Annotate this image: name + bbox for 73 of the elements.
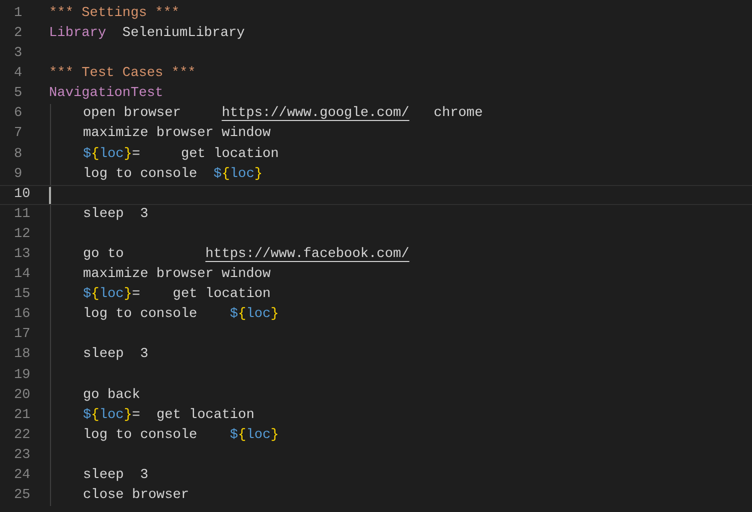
code-text: = get location bbox=[132, 286, 271, 304]
brace: { bbox=[238, 306, 246, 324]
variable-sigil: $ bbox=[230, 306, 238, 324]
code-text: log to console bbox=[83, 166, 198, 184]
brace: } bbox=[124, 146, 132, 164]
code-text: = get location bbox=[132, 406, 254, 425]
variable-sigil: $ bbox=[83, 286, 92, 304]
brace: } bbox=[124, 406, 132, 425]
line-number: 17 bbox=[13, 326, 32, 344]
line-number: 22 bbox=[13, 426, 32, 445]
code-text: open browser bbox=[83, 105, 182, 124]
line-number: 3 bbox=[13, 45, 24, 64]
brace: { bbox=[91, 146, 100, 164]
line-number: 16 bbox=[13, 306, 32, 324]
brace: } bbox=[124, 286, 132, 304]
variable-name: loc bbox=[246, 306, 271, 324]
line-number: 21 bbox=[13, 406, 32, 425]
code-text: go to bbox=[83, 246, 125, 264]
brace: } bbox=[254, 166, 263, 184]
section-heading: *** Test Cases *** bbox=[49, 65, 196, 84]
url-link[interactable]: https://www.facebook.com/ bbox=[205, 244, 410, 266]
line-number: 1 bbox=[13, 4, 24, 23]
code-text: sleep 3 bbox=[83, 467, 148, 486]
code-text: SeleniumLibrary bbox=[121, 24, 245, 43]
brace: } bbox=[270, 426, 279, 445]
variable-name: loc bbox=[246, 426, 271, 445]
line-number: 13 bbox=[13, 246, 32, 264]
line-number: 11 bbox=[13, 206, 32, 224]
line-number: 25 bbox=[13, 487, 32, 506]
line-number: 2 bbox=[13, 24, 24, 43]
brace: { bbox=[238, 426, 246, 445]
text-cursor bbox=[49, 186, 51, 204]
code-text: sleep 3 bbox=[83, 346, 148, 364]
code-text: log to console bbox=[83, 426, 198, 445]
url-link[interactable]: https://www.google.com/ bbox=[222, 104, 410, 125]
code-text: chrome bbox=[432, 105, 483, 124]
brace: } bbox=[270, 306, 279, 324]
line-number: 7 bbox=[13, 125, 24, 144]
line-number: 18 bbox=[13, 346, 32, 364]
line-number: 10 bbox=[13, 186, 32, 204]
code-text: maximize browser window bbox=[83, 125, 271, 144]
code-text: log to console bbox=[83, 306, 198, 324]
variable-sigil: $ bbox=[83, 146, 92, 164]
brace: { bbox=[91, 406, 100, 425]
line-number: 9 bbox=[13, 166, 24, 184]
variable-name: loc bbox=[99, 146, 124, 164]
line-number: 8 bbox=[13, 146, 24, 164]
code-text: close browser bbox=[83, 487, 190, 506]
line-number: 19 bbox=[13, 366, 32, 385]
variable-sigil: $ bbox=[83, 406, 92, 425]
line-number: 24 bbox=[13, 467, 32, 486]
line-number: 23 bbox=[13, 446, 32, 465]
variable-sigil: $ bbox=[214, 166, 222, 184]
variable-sigil: $ bbox=[230, 426, 238, 445]
code-text: go back bbox=[83, 386, 140, 405]
variable-name: loc bbox=[99, 406, 124, 425]
variable-name: loc bbox=[99, 286, 124, 304]
code-text: maximize browser window bbox=[83, 266, 271, 284]
brace: { bbox=[222, 166, 230, 184]
variable-name: loc bbox=[230, 166, 254, 184]
line-number: 4 bbox=[13, 65, 24, 84]
section-heading: *** Settings *** bbox=[49, 4, 180, 23]
code-text: = get location bbox=[132, 146, 279, 164]
keyword: NavigationTest bbox=[49, 85, 164, 104]
keyword: Library bbox=[49, 24, 106, 43]
line-number: 14 bbox=[13, 266, 32, 284]
line-number: 20 bbox=[13, 386, 32, 405]
line-number: 6 bbox=[13, 105, 24, 124]
line-number: 12 bbox=[13, 226, 32, 244]
line-number: 5 bbox=[13, 85, 24, 104]
code-text: sleep 3 bbox=[83, 206, 148, 224]
line-number: 15 bbox=[13, 286, 32, 304]
brace: { bbox=[91, 286, 100, 304]
